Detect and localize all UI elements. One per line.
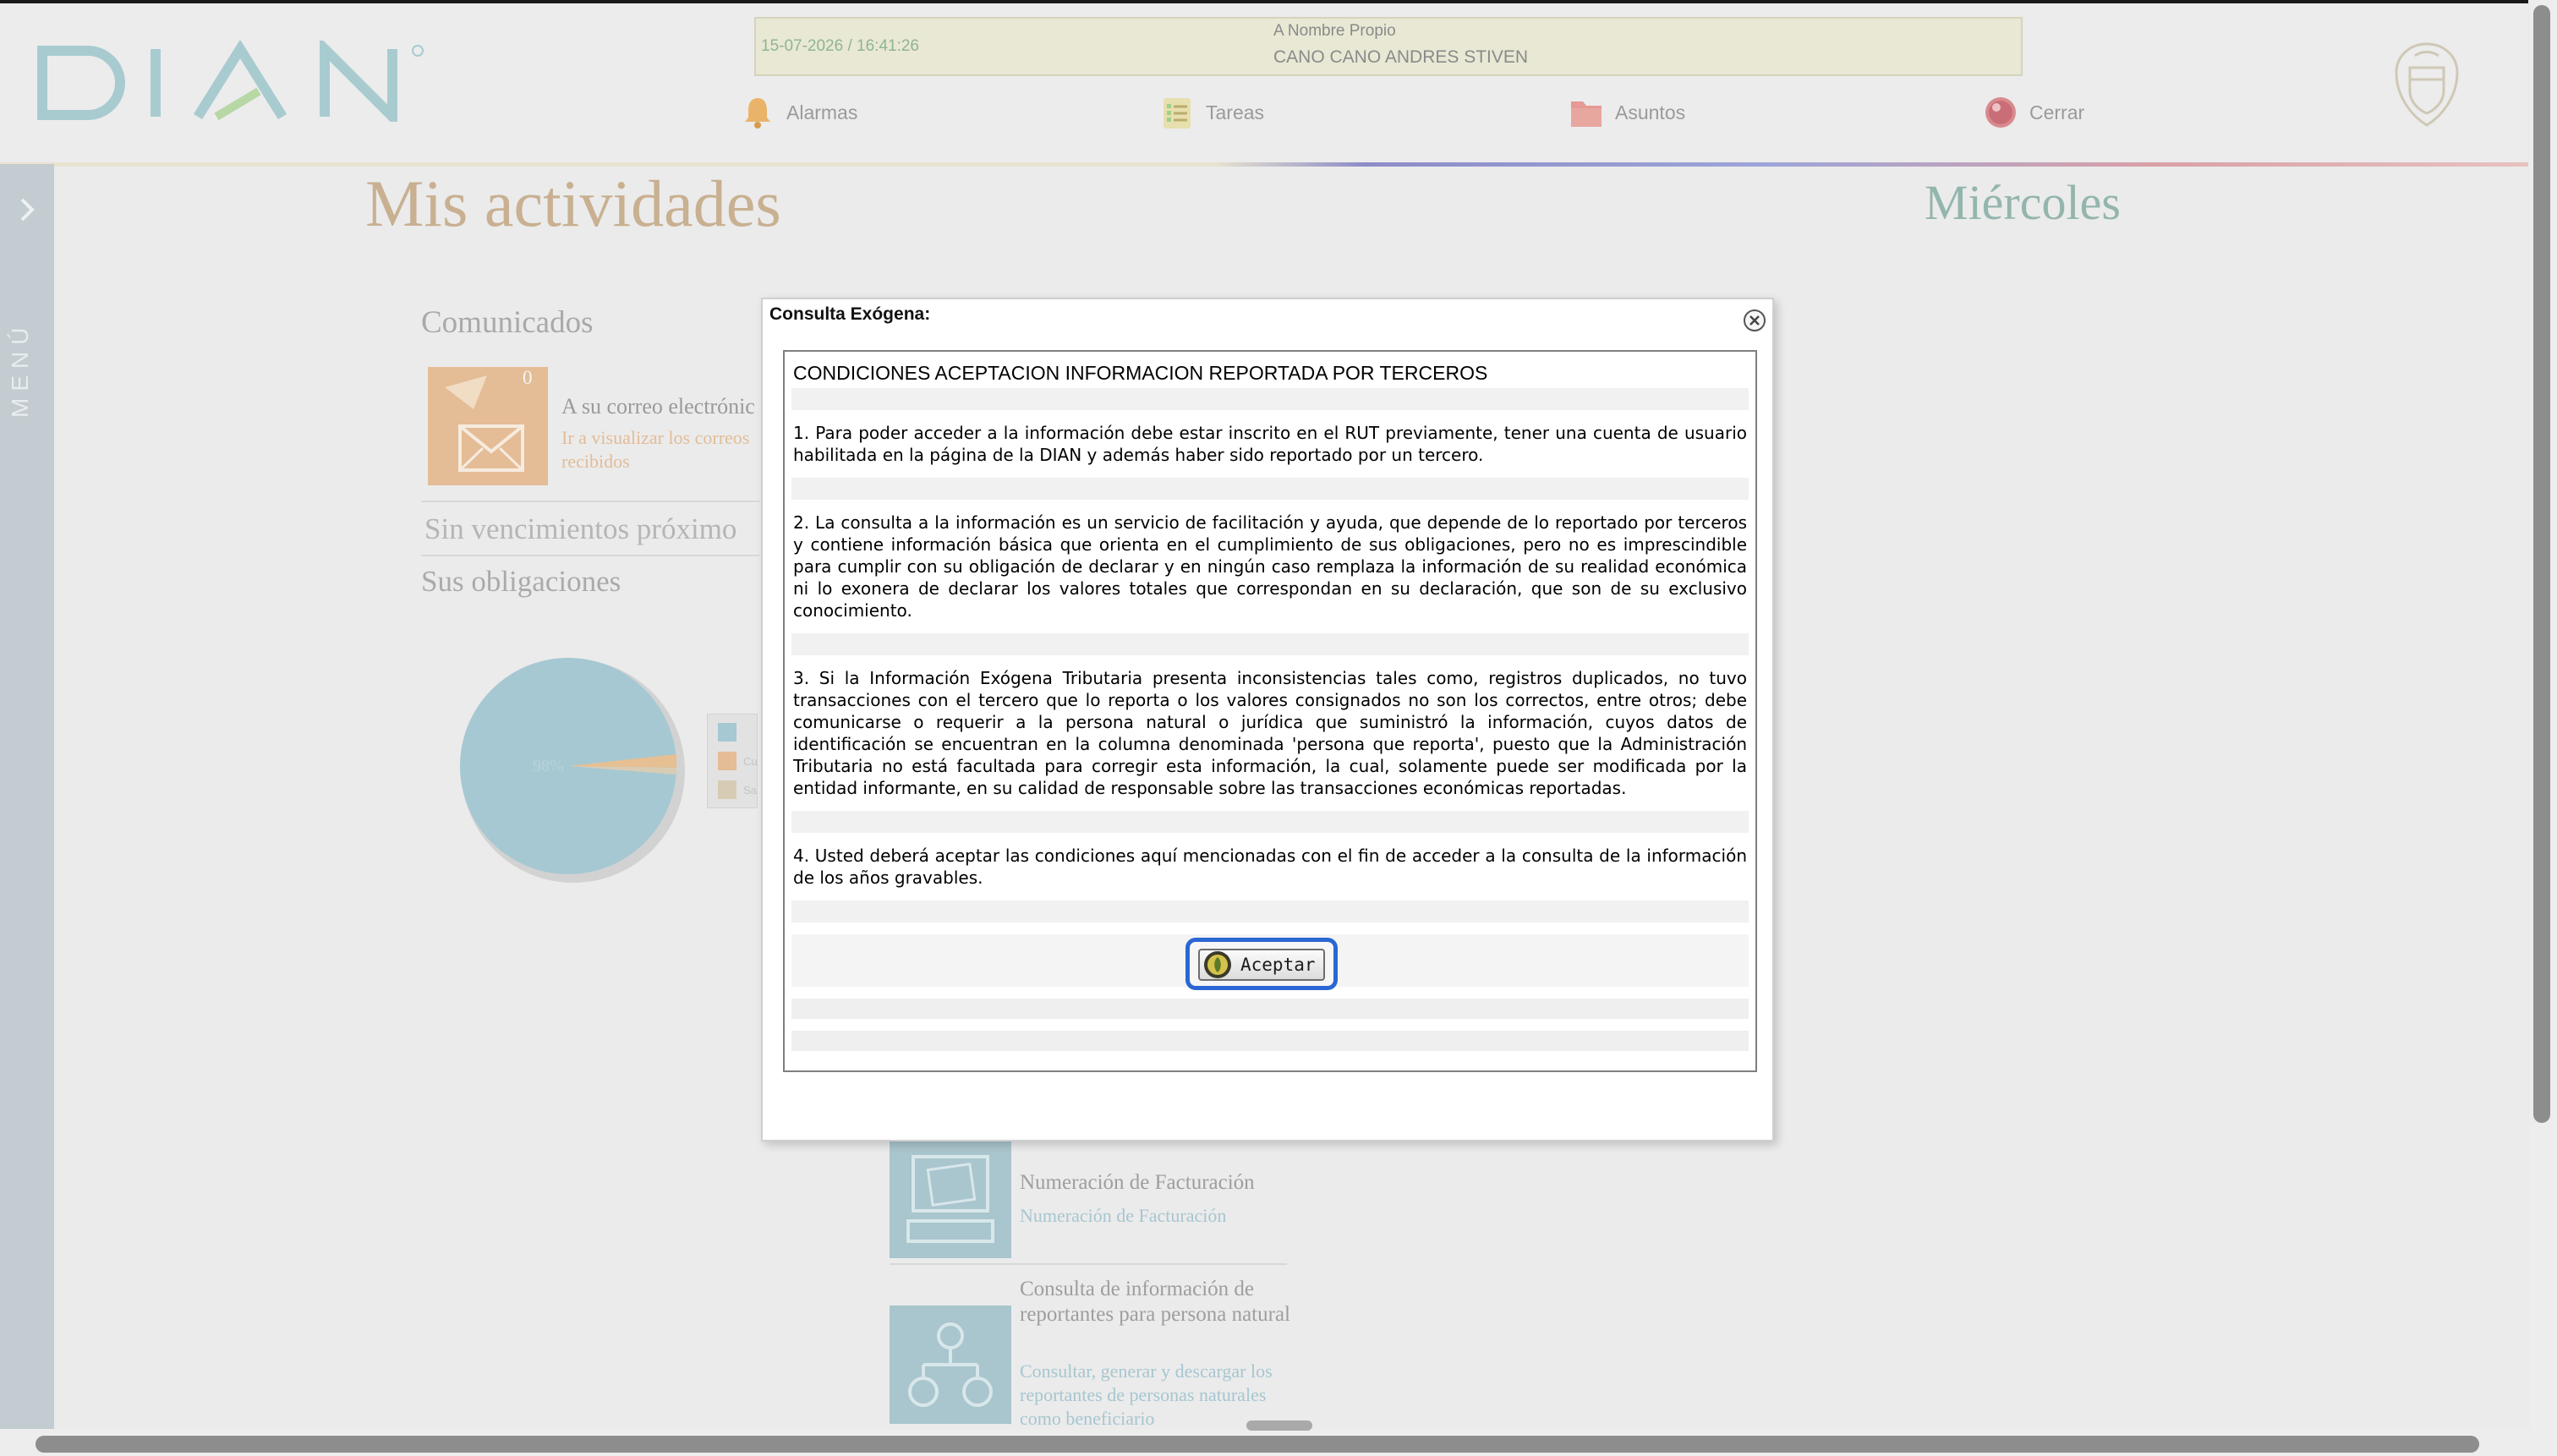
checklist-icon (1164, 98, 1191, 129)
service-link[interactable]: Consultar, generar y descargar los repor… (1020, 1360, 1282, 1431)
pie-legend: Cu Sa (707, 714, 758, 808)
comunicados-title: Comunicados (421, 305, 594, 340)
obligaciones-title: Sus obligaciones (421, 565, 621, 598)
spacer-row (791, 410, 1749, 422)
divider (890, 1263, 1287, 1265)
day-title: Miércoles (1925, 175, 2121, 230)
horizontal-scrollbar[interactable] (0, 1429, 2530, 1456)
nav-asuntos[interactable]: Asuntos (1569, 93, 1685, 132)
spacer-row (791, 466, 1749, 478)
dialog-title: Consulta Exógena: (769, 304, 931, 324)
accept-button-label: Aceptar (1240, 955, 1316, 975)
service-link[interactable]: Numeración de Facturación (1020, 1204, 1282, 1228)
spacer-row (791, 1019, 1749, 1031)
dian-logo[interactable] (37, 41, 443, 122)
spacer-row (791, 500, 1749, 512)
spacer-row (791, 922, 1749, 934)
session-info-box: 15-07-2026 / 16:41:26 A Nombre Propio CA… (754, 17, 2023, 76)
divider (421, 501, 759, 502)
close-circle-icon[interactable] (1742, 308, 1767, 333)
bell-icon (745, 98, 770, 129)
spacer-row (791, 833, 1749, 845)
inner-scroll-thumb[interactable] (1246, 1420, 1312, 1431)
conditions-heading: CONDICIONES ACEPTACION INFORMACION REPOR… (791, 359, 1749, 388)
spacer-row (791, 999, 1749, 1019)
session-role: A Nombre Propio (1273, 22, 1396, 40)
folder-icon (1571, 101, 1602, 127)
spacer-row (791, 799, 1749, 811)
pie-label: 98% (533, 757, 564, 775)
legend-swatch (718, 780, 736, 799)
coat-of-arms-icon (2395, 42, 2459, 127)
nav-alarmas-label: Alarmas (786, 101, 858, 123)
spacer-row (791, 900, 1749, 922)
page-title: Mis actividades (365, 167, 781, 240)
service-title: Consulta de información de reportantes p… (1020, 1278, 1290, 1326)
session-user-name: CANO CANO ANDRES STIVEN (1273, 47, 1529, 67)
accept-focus-ring: Aceptar (1185, 938, 1338, 990)
session-datetime: 15-07-2026 / 16:41:26 (761, 37, 919, 55)
condition-paragraph: 3. Si la Información Exógena Tributaria … (791, 667, 1749, 799)
vertical-scroll-thumb[interactable] (2533, 5, 2550, 1123)
service-title: Numeración de Facturación (1020, 1171, 1255, 1194)
side-menu[interactable]: MENÚ (0, 164, 54, 1441)
mail-heading: A su correo electrónic (561, 394, 755, 419)
nav-cerrar[interactable]: Cerrar (1984, 93, 2084, 132)
legend-label: Cu (743, 755, 758, 768)
vencimientos-title: Sin vencimientos próximo (424, 512, 737, 545)
divider (421, 555, 759, 556)
facturacion-icon[interactable] (890, 1140, 1011, 1258)
spacer-row (791, 1031, 1749, 1051)
conditions-panel: CONDICIONES ACEPTACION INFORMACION REPOR… (783, 350, 1757, 1072)
spacer-row (791, 889, 1749, 900)
nav-asuntos-label: Asuntos (1615, 101, 1686, 123)
spacer-row (791, 621, 1749, 633)
legend-label: Sa (743, 784, 757, 796)
legend-swatch (718, 752, 736, 770)
legend-swatch (718, 723, 736, 742)
vertical-scrollbar[interactable] (2530, 0, 2557, 1456)
spacer-row (791, 633, 1749, 655)
mail-count-badge: 0 (523, 367, 533, 388)
consulta-exogena-dialog: Consulta Exógena: CONDICIONES ACEPTACION… (761, 298, 1774, 1141)
chevron-right-icon[interactable] (12, 194, 42, 225)
nav-cerrar-label: Cerrar (2029, 101, 2085, 123)
condition-paragraph: 1. Para poder acceder a la información d… (791, 422, 1749, 466)
reportantes-icon[interactable] (890, 1305, 1011, 1424)
power-icon (1985, 97, 2016, 128)
spacer-row (791, 478, 1749, 500)
top-header: 15-07-2026 / 16:41:26 A Nombre Propio CA… (0, 0, 2528, 167)
nav-alarmas[interactable]: Alarmas (741, 93, 857, 132)
mail-link[interactable]: Ir a visualizar los correos recibidos (561, 426, 756, 473)
horizontal-scroll-thumb[interactable] (36, 1436, 2479, 1453)
spacer-row (791, 811, 1749, 833)
accept-seal-icon (1204, 951, 1231, 978)
obligaciones-pie-chart: 98% (460, 658, 685, 883)
condition-paragraph: 2. La consulta a la información es un se… (791, 512, 1749, 621)
accept-button[interactable]: Aceptar (1198, 949, 1325, 981)
spacer-row (791, 655, 1749, 667)
nav-tareas-label: Tareas (1206, 101, 1265, 123)
spacer-row (791, 388, 1749, 410)
condition-paragraph: 4. Usted deberá aceptar las condiciones … (791, 845, 1749, 889)
accept-row: Aceptar (791, 934, 1749, 990)
nav-tareas[interactable]: Tareas (1160, 93, 1264, 132)
menu-label: MENÚ (7, 320, 33, 418)
